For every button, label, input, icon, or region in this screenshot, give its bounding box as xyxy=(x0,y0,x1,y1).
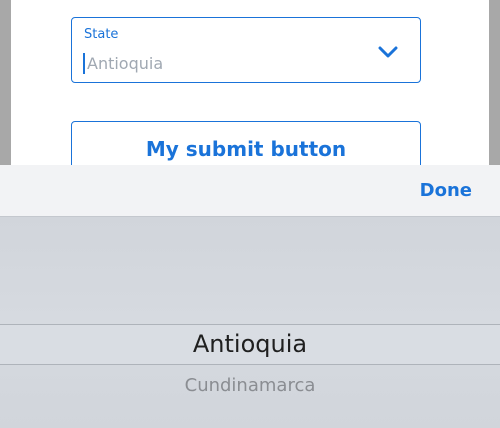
form-card: State Antioquia My submit button xyxy=(11,0,489,177)
picker-toolbar: Done xyxy=(0,165,500,217)
picker-sheet: Done Antioquia Cundinamarca xyxy=(0,165,500,428)
picker-option-selected[interactable]: Antioquia xyxy=(0,330,500,358)
done-button[interactable]: Done xyxy=(420,180,472,201)
dimmed-backdrop-right xyxy=(489,0,500,165)
chevron-down-icon[interactable] xyxy=(378,44,398,58)
picker-option[interactable]: Cundinamarca xyxy=(0,375,500,396)
state-select-field[interactable]: State Antioquia xyxy=(71,17,421,83)
picker-wheel[interactable]: Antioquia Cundinamarca xyxy=(0,217,500,428)
state-field-label: State xyxy=(84,27,119,42)
dimmed-backdrop-left xyxy=(0,0,11,165)
screen: State Antioquia My submit button Done An… xyxy=(0,0,500,428)
state-field-value: Antioquia xyxy=(87,54,164,73)
text-cursor xyxy=(83,53,85,74)
